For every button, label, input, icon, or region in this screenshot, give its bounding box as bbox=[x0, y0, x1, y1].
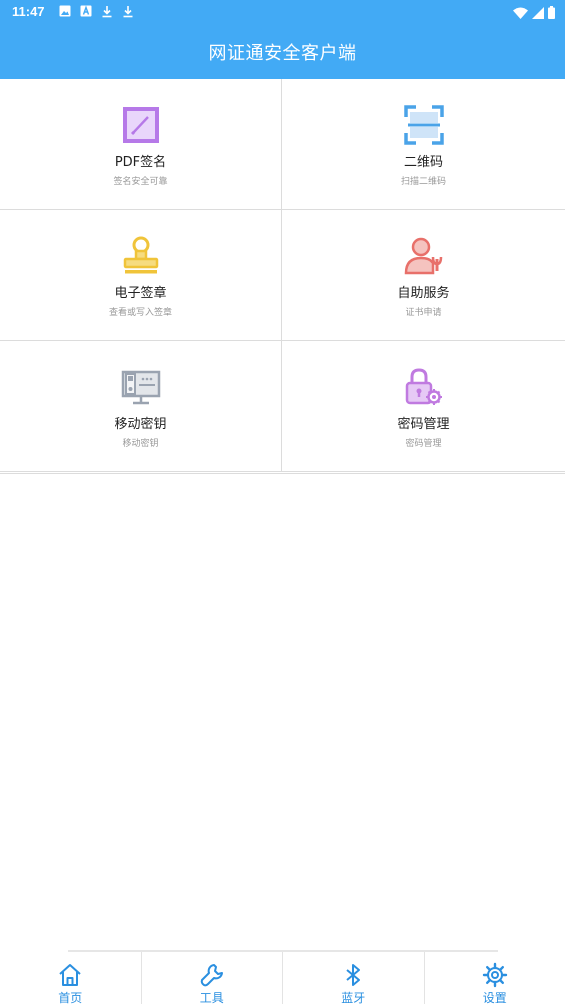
feature-label: 移动密钥 bbox=[114, 417, 167, 432]
stamp-icon bbox=[121, 236, 161, 276]
pdf-sign-icon bbox=[121, 105, 161, 145]
feature-label: PDF签名 bbox=[114, 155, 167, 170]
page-title: 网证通安全客户端 bbox=[208, 43, 357, 64]
battery-icon bbox=[548, 4, 555, 23]
password-lock-icon bbox=[404, 367, 444, 407]
qr-scan-icon bbox=[403, 105, 444, 145]
self-service-icon bbox=[404, 236, 444, 276]
feature-e-seal[interactable]: 电子签章 查看或写入签章 bbox=[0, 210, 282, 341]
feature-password-manage[interactable]: 密码管理 密码管理 bbox=[282, 341, 565, 472]
a-box-icon bbox=[79, 4, 92, 18]
nav-settings[interactable]: 设置 bbox=[423, 952, 565, 1004]
feature-qr-code[interactable]: 二维码 扫描二维码 bbox=[282, 79, 565, 210]
feature-sublabel: 扫描二维码 bbox=[400, 177, 446, 187]
nav-home[interactable]: 首页 bbox=[0, 952, 141, 1004]
bottom-nav: 首页 工具 蓝牙 设置 bbox=[0, 952, 565, 1004]
status-notification-icons bbox=[58, 4, 134, 18]
wrench-icon bbox=[199, 962, 225, 988]
feature-sublabel: 密码管理 bbox=[405, 439, 442, 449]
mobile-key-icon bbox=[121, 367, 161, 407]
feature-sublabel: 签名安全可靠 bbox=[113, 177, 168, 187]
bluetooth-icon bbox=[340, 962, 366, 988]
feature-sublabel: 查看或写入签章 bbox=[108, 308, 172, 318]
nav-bluetooth[interactable]: 蓝牙 bbox=[282, 952, 424, 1004]
feature-sublabel: 移动密钥 bbox=[122, 439, 159, 449]
feature-label: 密码管理 bbox=[397, 417, 450, 432]
feature-label: 自助服务 bbox=[397, 286, 450, 301]
home-icon bbox=[57, 962, 83, 988]
status-time: 11:47 bbox=[12, 4, 45, 19]
nav-label: 蓝牙 bbox=[341, 991, 366, 1004]
download-icon bbox=[100, 4, 113, 18]
gear-icon bbox=[482, 962, 508, 988]
status-bar: 11:47 bbox=[0, 0, 565, 24]
feature-mobile-key[interactable]: 移动密钥 移动密钥 bbox=[0, 341, 282, 472]
wifi-icon bbox=[513, 4, 528, 23]
app-root: 11:47 网证通安全客户端 PDF签名 签名安全可靠 二维码 扫描二维码 电子… bbox=[0, 0, 565, 1004]
download-icon bbox=[121, 4, 134, 18]
feature-grid: PDF签名 签名安全可靠 二维码 扫描二维码 电子签章 查看或写入签章 自助服务… bbox=[0, 79, 565, 474]
nav-tools[interactable]: 工具 bbox=[140, 952, 283, 1004]
nav-label: 工具 bbox=[199, 991, 224, 1004]
feature-label: 二维码 bbox=[403, 155, 443, 170]
signal-icon bbox=[532, 4, 544, 23]
nav-label: 设置 bbox=[482, 991, 507, 1004]
status-system-icons bbox=[513, 4, 555, 23]
app-header: 11:47 网证通安全客户端 bbox=[0, 0, 565, 79]
feature-self-service[interactable]: 自助服务 证书申请 bbox=[282, 210, 565, 341]
feature-sublabel: 证书申请 bbox=[405, 308, 442, 318]
feature-pdf-sign[interactable]: PDF签名 签名安全可靠 bbox=[0, 79, 282, 210]
feature-label: 电子签章 bbox=[114, 286, 167, 301]
image-icon bbox=[58, 4, 71, 18]
nav-label: 首页 bbox=[58, 991, 83, 1004]
